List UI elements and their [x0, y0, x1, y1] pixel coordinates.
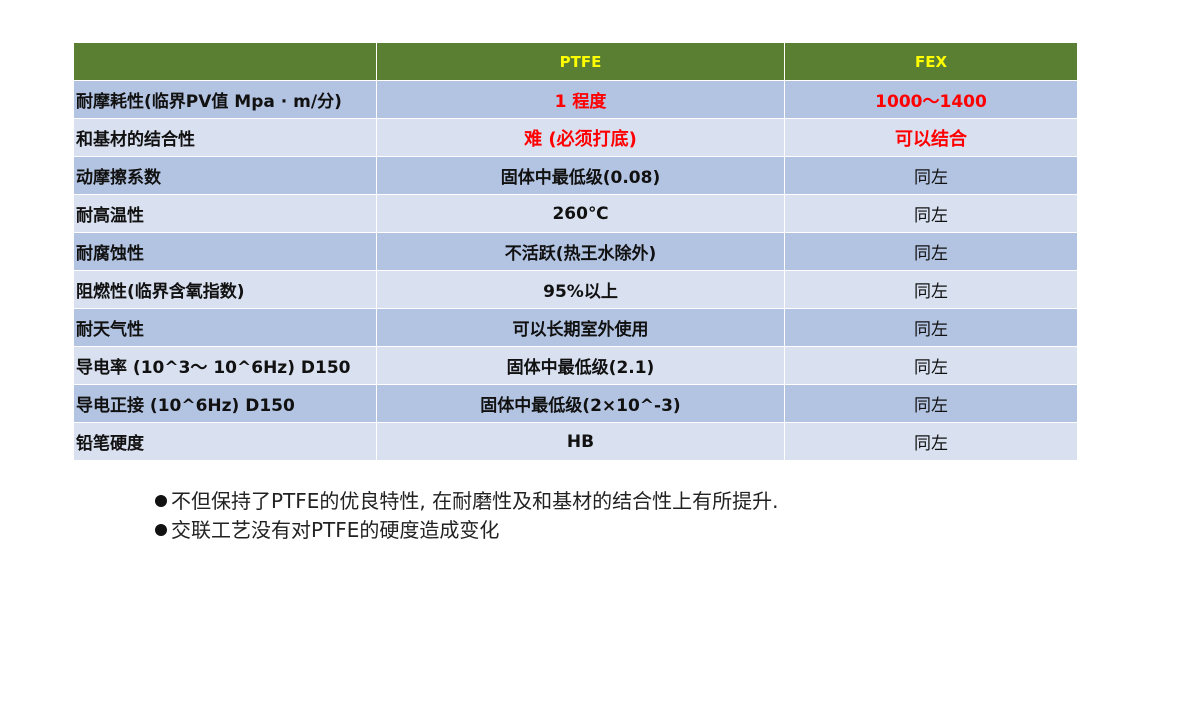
fex-value-cell: 同左 [784, 270, 1077, 309]
ptfe-value-cell: 可以长期室外使用 [376, 308, 785, 347]
property-cell: 铅笔硬度 [74, 422, 377, 461]
table-row: 耐摩耗性(临界PV值 Mpa · m/分) 1 程度 1000～1400 [74, 80, 1077, 119]
ptfe-value-cell: 260℃ [376, 194, 785, 233]
table-row: 耐天气性 可以长期室外使用 同左 [74, 308, 1077, 347]
notes-list: 不但保持了PTFE的优良特性, 在耐磨性及和基材的结合性上有所提升. 交联工艺没… [155, 487, 1055, 545]
table-row: 和基材的结合性 难 (必须打底) 可以结合 [74, 118, 1077, 157]
note-item: 不但保持了PTFE的优良特性, 在耐磨性及和基材的结合性上有所提升. [155, 487, 1055, 516]
bullet-icon [155, 523, 167, 536]
table-row: 导电正接 (10^6Hz) D150 固体中最低级(2×10^-3) 同左 [74, 384, 1077, 423]
fex-value-cell: 同左 [784, 194, 1077, 233]
property-cell: 动摩擦系数 [74, 156, 377, 195]
header-fex-cell: FEX [784, 43, 1077, 81]
note-item: 交联工艺没有对PTFE的硬度造成变化 [155, 516, 1055, 545]
ptfe-value-cell: 固体中最低级(2×10^-3) [376, 384, 785, 423]
fex-value-cell: 同左 [784, 232, 1077, 271]
ptfe-value-cell: HB [376, 422, 785, 461]
header-ptfe-cell: PTFE [376, 43, 785, 81]
property-cell: 耐腐蚀性 [74, 232, 377, 271]
fex-value-cell: 同左 [784, 384, 1077, 423]
ptfe-value-cell: 不活跃(热王水除外) [376, 232, 785, 271]
ptfe-value-cell: 95%以上 [376, 270, 785, 309]
property-cell: 耐摩耗性(临界PV值 Mpa · m/分) [74, 80, 377, 119]
ptfe-value-cell: 难 (必须打底) [376, 118, 785, 157]
fex-value-cell: 同左 [784, 308, 1077, 347]
property-cell: 耐天气性 [74, 308, 377, 347]
property-cell: 和基材的结合性 [74, 118, 377, 157]
property-cell: 阻燃性(临界含氧指数) [74, 270, 377, 309]
table-row: 导电率 (10^3～ 10^6Hz) D150 固体中最低级(2.1) 同左 [74, 346, 1077, 385]
ptfe-value-cell: 1 程度 [376, 80, 785, 119]
note-text: 不但保持了PTFE的优良特性, 在耐磨性及和基材的结合性上有所提升. [171, 489, 779, 513]
comparison-table: PTFE FEX 耐摩耗性(临界PV值 Mpa · m/分) 1 程度 1000… [74, 43, 1077, 461]
table-row: 铅笔硬度 HB 同左 [74, 422, 1077, 461]
note-text: 交联工艺没有对PTFE的硬度造成变化 [171, 518, 500, 542]
fex-value-cell: 1000～1400 [784, 80, 1077, 119]
header-property-cell [74, 43, 377, 81]
property-cell: 耐高温性 [74, 194, 377, 233]
ptfe-value-cell: 固体中最低级(0.08) [376, 156, 785, 195]
table-row: 耐腐蚀性 不活跃(热王水除外) 同左 [74, 232, 1077, 271]
table-row: 动摩擦系数 固体中最低级(0.08) 同左 [74, 156, 1077, 195]
ptfe-value-cell: 固体中最低级(2.1) [376, 346, 785, 385]
table-row: 阻燃性(临界含氧指数) 95%以上 同左 [74, 270, 1077, 309]
table-row: 耐高温性 260℃ 同左 [74, 194, 1077, 233]
property-cell: 导电正接 (10^6Hz) D150 [74, 384, 377, 423]
fex-value-cell: 同左 [784, 422, 1077, 461]
bullet-icon [155, 494, 167, 507]
fex-value-cell: 同左 [784, 156, 1077, 195]
property-cell: 导电率 (10^3～ 10^6Hz) D150 [74, 346, 377, 385]
table-header-row: PTFE FEX [74, 43, 1077, 81]
fex-value-cell: 可以结合 [784, 118, 1077, 157]
fex-value-cell: 同左 [784, 346, 1077, 385]
